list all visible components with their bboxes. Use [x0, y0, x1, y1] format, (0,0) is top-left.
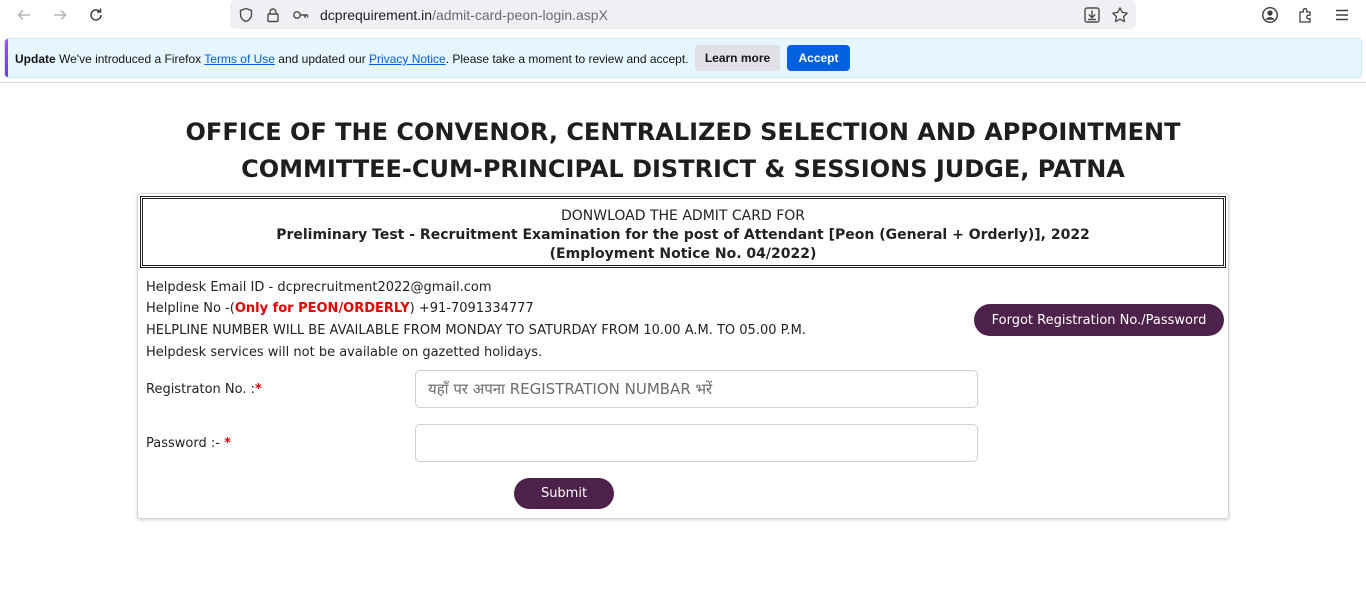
url-text: dcprequirement.in/admit-card-peon-login.… — [320, 7, 608, 23]
shield-icon[interactable] — [236, 5, 256, 25]
helpline-restriction: Only for PEON/ORDERLY — [234, 301, 410, 316]
registration-required-star: * — [255, 382, 262, 397]
page-heading: OFFICE OF THE CONVENOR, CENTRALIZED SELE… — [0, 114, 1366, 188]
star-icon[interactable] — [1110, 5, 1130, 25]
lock-icon[interactable] — [263, 5, 283, 25]
download-page-icon[interactable] — [1082, 5, 1102, 25]
back-icon[interactable] — [11, 3, 37, 27]
submit-button[interactable]: Submit — [514, 478, 614, 509]
terms-of-use-link[interactable]: Terms of Use — [204, 52, 275, 66]
helpline-number: Helpline No -(Only for PEON/ORDERLY) +91… — [146, 301, 534, 316]
password-label-text: Password :- — [146, 436, 225, 451]
holiday-note: Helpdesk services will not be available … — [146, 345, 543, 360]
registration-label-text: Registraton No. : — [146, 382, 256, 397]
title-line-1: DONWLOAD THE ADMIT CARD FOR — [560, 208, 806, 224]
reload-icon[interactable] — [83, 3, 109, 27]
content-divider — [0, 82, 1366, 83]
account-icon[interactable] — [1257, 3, 1283, 27]
title-line-3: (Employment Notice No. 04/2022) — [549, 246, 817, 262]
password-label: Password :- * — [146, 436, 231, 451]
accept-button[interactable]: Accept — [787, 45, 850, 71]
update-notification-bar: Update We've introduced a Firefox Terms … — [4, 38, 1362, 78]
notification-label: Update — [15, 52, 56, 66]
registration-input[interactable] — [415, 370, 978, 408]
url-path: /admit-card-peon-login.aspX — [432, 7, 608, 23]
learn-more-button[interactable]: Learn more — [695, 45, 780, 71]
login-card: DONWLOAD THE ADMIT CARD FOR Preliminary … — [137, 193, 1229, 519]
title-line-2: Preliminary Test - Recruitment Examinati… — [276, 227, 1090, 243]
helpline-suffix: ) +91-7091334777 — [409, 301, 534, 316]
registration-label: Registraton No. :* — [146, 382, 262, 397]
helpline-prefix: Helpline No -( — [146, 301, 235, 316]
notification-text-after: . Please take a moment to review and acc… — [445, 52, 689, 66]
forward-icon[interactable] — [47, 3, 73, 27]
helpdesk-email: Helpdesk Email ID - dcprecruitment2022@g… — [146, 280, 492, 295]
privacy-notice-link[interactable]: Privacy Notice — [369, 52, 446, 66]
helpline-hours: HELPLINE NUMBER WILL BE AVAILABLE FROM M… — [146, 323, 806, 338]
notification-text-before: We've introduced a Firefox — [55, 52, 205, 66]
notification-accent — [5, 39, 8, 77]
heading-line-2: COMMITTEE-CUM-PRINCIPAL DISTRICT & SESSI… — [241, 155, 1125, 183]
key-icon[interactable] — [291, 5, 311, 25]
password-input[interactable] — [415, 424, 978, 462]
notification-text: Update We've introduced a Firefox Terms … — [15, 52, 689, 66]
url-bar[interactable]: dcprequirement.in/admit-card-peon-login.… — [230, 0, 1136, 29]
notification-text-mid: and updated our — [274, 52, 370, 66]
browser-toolbar: dcprequirement.in/admit-card-peon-login.… — [0, 0, 1366, 30]
extensions-icon[interactable] — [1293, 3, 1319, 27]
url-domain: dcprequirement.in — [320, 7, 433, 23]
admit-card-title-box: DONWLOAD THE ADMIT CARD FOR Preliminary … — [140, 196, 1226, 268]
heading-line-1: OFFICE OF THE CONVENOR, CENTRALIZED SELE… — [185, 118, 1181, 146]
password-required-star: * — [224, 436, 231, 451]
forgot-registration-button[interactable]: Forgot Registration No./Password — [974, 304, 1224, 336]
menu-icon[interactable] — [1329, 3, 1355, 27]
